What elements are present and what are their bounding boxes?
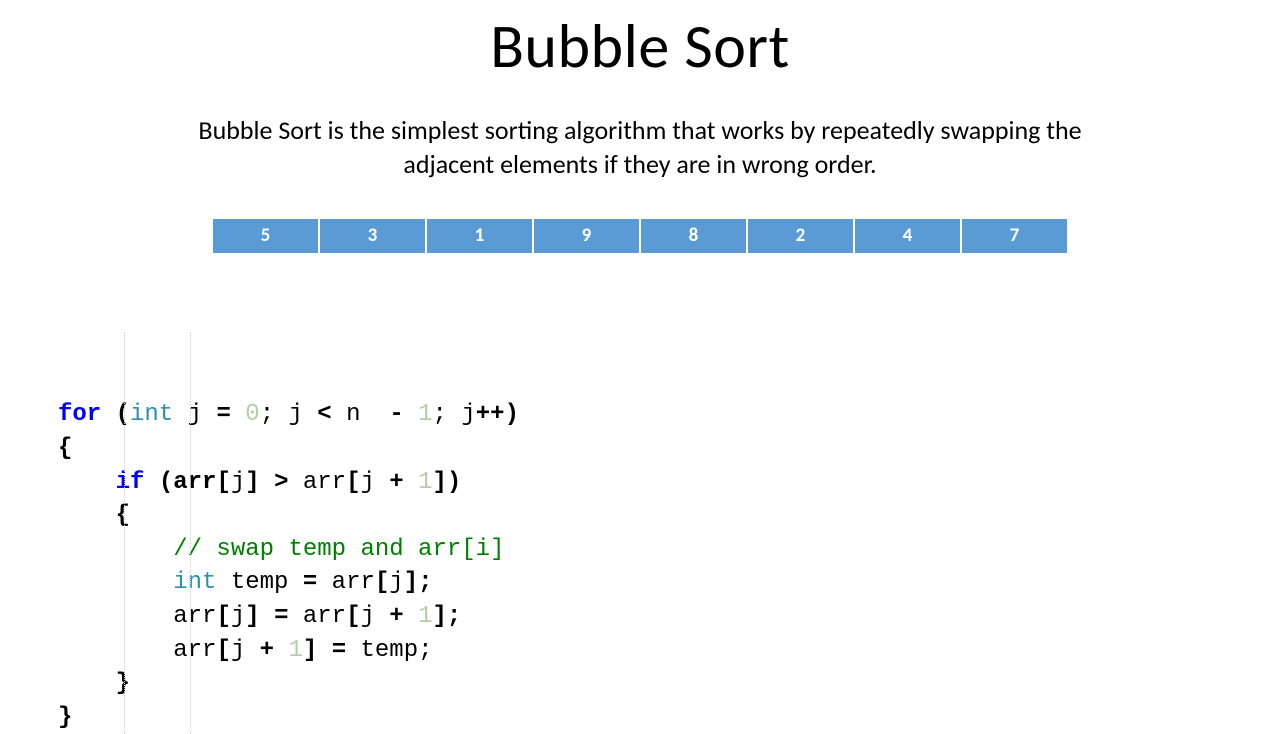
code-text: j — [231, 603, 245, 630]
punctuation: [ — [375, 569, 389, 596]
array-cell: 8 — [640, 218, 747, 254]
code-text: temp; — [346, 637, 432, 664]
code-text: j — [360, 469, 389, 496]
code-text: arr — [288, 603, 346, 630]
code-text: j — [173, 401, 216, 428]
punctuation: < — [317, 401, 331, 428]
array-cell: 4 — [854, 218, 961, 254]
code-text — [274, 637, 288, 664]
code-text: j — [231, 637, 260, 664]
number-literal: 1 — [288, 637, 302, 664]
punctuation: ]) — [433, 469, 462, 496]
punctuation: = — [216, 401, 245, 428]
description-text: Bubble Sort is the simplest sorting algo… — [160, 114, 1120, 182]
code-text: n — [332, 401, 390, 428]
keyword-if: if — [116, 469, 145, 496]
punctuation: = — [303, 569, 317, 596]
array-cell: 9 — [533, 218, 640, 254]
brace: } — [116, 670, 130, 697]
code-text: arr — [173, 603, 216, 630]
code-block: for (int j = 0; j < n - 1; j++) { if (ar… — [58, 298, 1280, 734]
punctuation: + — [260, 637, 274, 664]
type-int: int — [130, 401, 173, 428]
number-literal: 1 — [418, 401, 432, 428]
code-text: arr — [288, 469, 346, 496]
punctuation: ++ — [476, 401, 505, 428]
punctuation: [ — [216, 469, 230, 496]
array-cell: 7 — [961, 218, 1068, 254]
code-text: temp — [216, 569, 302, 596]
array-visualization: 5 3 1 9 8 2 4 7 — [0, 218, 1280, 254]
code-text: j — [389, 569, 403, 596]
keyword-for: for — [58, 401, 101, 428]
punctuation: ] — [245, 603, 274, 630]
array-cell: 5 — [212, 218, 319, 254]
punctuation: ) — [505, 401, 519, 428]
array-cell: 2 — [747, 218, 854, 254]
brace: { — [116, 502, 130, 529]
page-title: Bubble Sort — [0, 0, 1280, 84]
punctuation: ( — [101, 401, 130, 428]
punctuation: [ — [216, 603, 230, 630]
code-comment: // swap temp and arr[i] — [173, 536, 504, 563]
array-cell: 1 — [426, 218, 533, 254]
punctuation: - — [389, 401, 403, 428]
code-text — [404, 401, 418, 428]
punctuation: + — [389, 603, 403, 630]
type-int: int — [173, 569, 216, 596]
punctuation: ]; — [404, 569, 433, 596]
code-text: j — [231, 469, 245, 496]
code-text — [404, 469, 418, 496]
punctuation: (arr — [144, 469, 216, 496]
number-literal: 1 — [418, 469, 432, 496]
punctuation: + — [389, 469, 403, 496]
code-text: j — [360, 603, 389, 630]
punctuation: ] — [303, 637, 332, 664]
punctuation: ]; — [433, 603, 462, 630]
punctuation: ] — [245, 469, 274, 496]
punctuation: > — [274, 469, 288, 496]
number-literal: 0 — [245, 401, 259, 428]
number-literal: 1 — [418, 603, 432, 630]
punctuation: [ — [216, 637, 230, 664]
punctuation: [ — [346, 469, 360, 496]
punctuation: = — [332, 637, 346, 664]
code-text — [404, 603, 418, 630]
code-text: ; j — [260, 401, 318, 428]
array-cell: 3 — [319, 218, 426, 254]
code-text: arr — [173, 637, 216, 664]
punctuation: [ — [346, 603, 360, 630]
code-text: ; j — [433, 401, 476, 428]
punctuation: = — [274, 603, 288, 630]
brace: } — [58, 704, 72, 731]
code-text: arr — [317, 569, 375, 596]
brace: { — [58, 435, 72, 462]
